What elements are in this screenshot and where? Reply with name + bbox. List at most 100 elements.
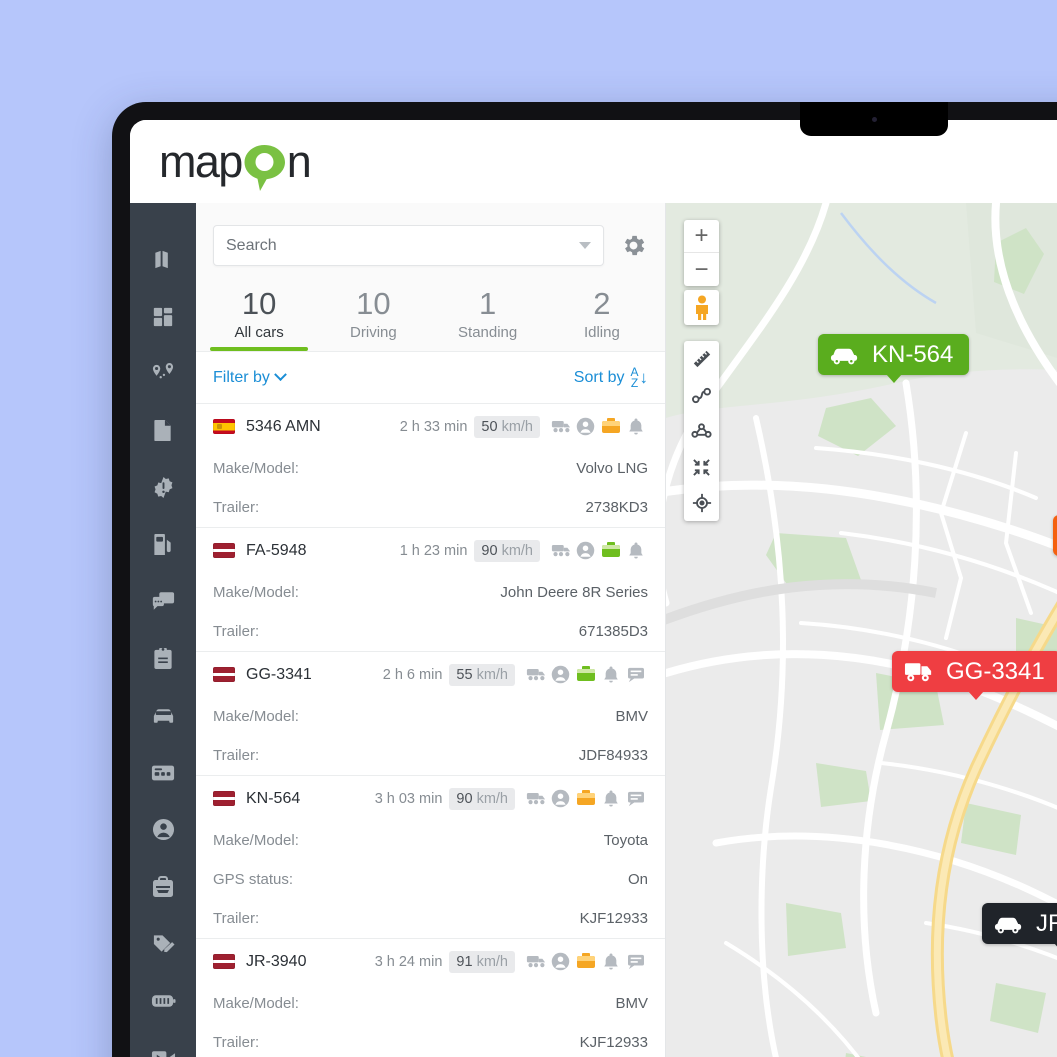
trailer-value: KJF12933 [579, 910, 648, 927]
sidebar-item-cards[interactable] [130, 744, 196, 801]
sidebar-item-dashboard[interactable] [130, 288, 196, 345]
vehicle-row-header[interactable]: GG-3341 2 h 6 min 55 km/h [213, 652, 648, 697]
trailer-label: Trailer: [213, 1034, 260, 1051]
route-icon[interactable] [684, 377, 719, 413]
alert-bell-icon[interactable] [598, 789, 623, 808]
trailer-icon[interactable] [523, 792, 548, 805]
car-icon [994, 914, 1025, 934]
tablet-device-frame: map n Search 10 All cars 10 Driving 1 St… [112, 102, 1057, 1057]
make-model-label: Make/Model: [213, 832, 299, 849]
trailer-value: 671385D3 [578, 623, 648, 640]
map-view[interactable]: + − KN-564 GG-3341 JR [666, 203, 1057, 1057]
map-marker-gg-3341-orange[interactable]: GG-33 [1053, 515, 1057, 556]
search-input[interactable]: Search [213, 225, 604, 266]
make-model-value: John Deere 8R Series [500, 584, 648, 601]
sidebar-item-map[interactable] [130, 231, 196, 288]
driver-icon[interactable] [548, 665, 573, 684]
sidebar-item-drivers[interactable] [130, 801, 196, 858]
sidebar-item-alerts[interactable] [130, 459, 196, 516]
filter-by-button[interactable]: Filter by [213, 368, 287, 387]
vehicle-row-meta: 3 h 03 min 90 km/h [375, 787, 648, 810]
vehicle-plate: FA-5948 [246, 541, 307, 559]
trailer-icon[interactable] [523, 668, 548, 681]
sidebar-item-sensors[interactable] [130, 972, 196, 1029]
gear-icon[interactable] [620, 232, 647, 259]
device-camera-notch [800, 102, 948, 136]
sidebar-item-messages[interactable] [130, 573, 196, 630]
vehicle-duration: 2 h 6 min [382, 666, 443, 683]
vehicle-row-header[interactable]: 5346 AMN 2 h 33 min 50 km/h [213, 404, 648, 449]
tab-all-cars[interactable]: 10 All cars [202, 286, 316, 351]
sidebar-item-routes[interactable] [130, 345, 196, 402]
vehicle-speed-badge: 90 km/h [449, 787, 515, 810]
speed-unit: km/h [476, 953, 508, 970]
battery-status-icon[interactable] [598, 541, 623, 557]
sidebar-item-video[interactable] [130, 1029, 196, 1057]
message-icon[interactable] [623, 791, 648, 807]
sidebar-item-maintenance[interactable] [130, 858, 196, 915]
vehicle-row-header[interactable]: JR-3940 3 h 24 min 91 km/h [213, 939, 648, 984]
zoom-in-button[interactable]: + [684, 220, 719, 253]
battery-status-icon[interactable] [573, 665, 598, 681]
battery-status-icon[interactable] [598, 417, 623, 433]
map-marker-kn-564[interactable]: KN-564 [818, 334, 970, 383]
alert-bell-icon[interactable] [623, 541, 648, 560]
vehicle-row-header[interactable]: FA-5948 1 h 23 min 90 km/h [213, 528, 648, 573]
ruler-icon[interactable] [684, 341, 719, 377]
trailer-icon[interactable] [548, 544, 573, 557]
network-icon[interactable] [684, 413, 719, 449]
alert-bell-icon[interactable] [598, 665, 623, 684]
driver-icon[interactable] [548, 789, 573, 808]
car-icon [830, 345, 861, 365]
make-model-value: BMV [615, 708, 648, 725]
driver-icon[interactable] [548, 952, 573, 971]
vehicle-row[interactable]: KN-564 3 h 03 min 90 km/h Make/Model: Toyota… [196, 776, 665, 939]
fullscreen-icon[interactable] [684, 449, 719, 485]
vehicle-plate: JR-3940 [246, 952, 307, 970]
zoom-out-button[interactable]: − [684, 253, 719, 286]
tab-standing[interactable]: 1 Standing [431, 286, 545, 351]
vehicle-plate: GG-3341 [246, 665, 312, 683]
vehicle-trailer: Trailer: KJF12933 [213, 1023, 648, 1057]
marker-label: JR-3940 [1036, 909, 1057, 937]
marker-label: KN-564 [872, 340, 954, 368]
sidebar-item-reports[interactable] [130, 402, 196, 459]
vehicle-row[interactable]: FA-5948 1 h 23 min 90 km/h Make/Model: John … [196, 528, 665, 652]
speed-unit: km/h [501, 542, 533, 559]
locate-icon[interactable] [684, 485, 719, 521]
sort-by-button[interactable]: Sort by A Z ↓ [574, 366, 648, 389]
pegman-icon[interactable] [684, 290, 719, 325]
sidebar-item-tasks[interactable] [130, 630, 196, 687]
speed-value: 91 [456, 953, 473, 970]
tab-idling[interactable]: 2 Idling [545, 286, 659, 351]
vehicle-row-header[interactable]: KN-564 3 h 03 min 90 km/h [213, 776, 648, 821]
chevron-down-icon[interactable] [579, 242, 591, 249]
map-marker-jr-3940[interactable]: JR-3940 [982, 903, 1057, 952]
sidebar-item-tags[interactable] [130, 915, 196, 972]
trailer-icon[interactable] [548, 420, 573, 433]
battery-status-icon[interactable] [573, 952, 598, 968]
message-icon[interactable] [623, 954, 648, 970]
alert-bell-icon[interactable] [623, 417, 648, 436]
gps-status-label: GPS status: [213, 871, 294, 888]
vehicle-row[interactable]: 5346 AMN 2 h 33 min 50 km/h Make/Model: Volv… [196, 404, 665, 528]
sidebar-item-fuel[interactable] [130, 516, 196, 573]
map-marker-gg-3341[interactable]: GG-3341 [892, 651, 1057, 700]
driver-icon[interactable] [573, 541, 598, 560]
vehicle-row[interactable]: GG-3341 2 h 6 min 55 km/h Make/Model: BMV Tra… [196, 652, 665, 776]
tab-driving[interactable]: 10 Driving [316, 286, 430, 351]
gps-status-value: On [627, 871, 648, 888]
vehicle-trailer: Trailer: JDF84933 [213, 736, 648, 775]
alert-bell-icon[interactable] [598, 952, 623, 971]
mapon-logo[interactable]: map n [159, 136, 312, 191]
vehicle-row[interactable]: JR-3940 3 h 24 min 91 km/h Make/Model: BMV Tr… [196, 939, 665, 1057]
battery-status-icon[interactable] [573, 789, 598, 805]
trailer-icon[interactable] [523, 955, 548, 968]
chevron-down-icon [274, 368, 287, 382]
vehicle-gps-status: GPS status: On [213, 860, 648, 899]
message-icon[interactable] [623, 667, 648, 683]
sidebar-item-vehicles[interactable] [130, 687, 196, 744]
vehicle-trailer: Trailer: KJF12933 [213, 899, 648, 938]
vehicle-speed-badge: 50 km/h [474, 415, 540, 438]
driver-icon[interactable] [573, 417, 598, 436]
